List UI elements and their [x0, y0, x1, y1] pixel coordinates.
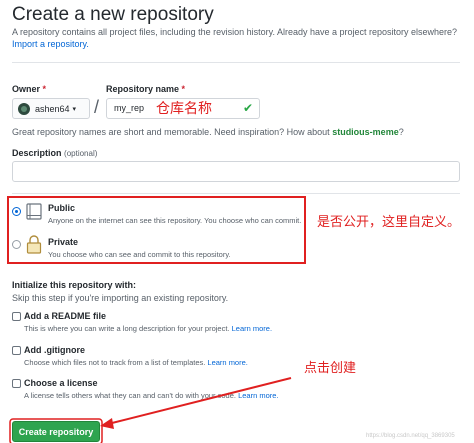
license-title: Choose a license [24, 378, 98, 388]
watermark: https://blog.csdn.net/qq_3869305 [366, 433, 455, 439]
divider-middle [12, 193, 460, 194]
public-radio[interactable] [12, 207, 21, 216]
private-radio[interactable] [12, 240, 21, 249]
import-repository-link[interactable]: Import a repository. [12, 39, 89, 49]
avatar [18, 102, 30, 115]
gitignore-title: Add .gitignore [24, 345, 85, 355]
owner-select[interactable]: ashen64 ▾ [12, 98, 90, 119]
license-checkbox[interactable] [12, 379, 21, 388]
gitignore-checkbox[interactable] [12, 346, 21, 355]
owner-label: Owner * [12, 84, 46, 94]
description-label: Description (optional) [12, 148, 97, 158]
repo-icon [26, 203, 42, 220]
annotation-visibility: 是否公开，这里自定义。 [317, 215, 461, 230]
readme-description-text: This is where you can write a long descr… [24, 324, 230, 333]
lock-icon [26, 235, 42, 254]
optional-tag: (optional) [64, 149, 98, 158]
name-hint-text: Great repository names are short and mem… [12, 127, 330, 137]
license-description-text: A license tells others what they can and… [24, 391, 236, 400]
description-input[interactable] [12, 161, 460, 182]
page-title: Create a new repository [12, 4, 214, 25]
private-description: You choose who can see and commit to thi… [48, 250, 231, 259]
hint-end: ? [398, 127, 404, 137]
repo-name-label-text: Repository name [106, 84, 180, 94]
annotation-repo-name: 仓库名称 [156, 101, 212, 117]
gitignore-description: Choose which files not to track from a l… [24, 358, 248, 367]
name-suggestion[interactable]: studious-meme [332, 127, 399, 137]
repo-name-label: Repository name * [106, 84, 185, 94]
chevron-down-icon: ▾ [72, 105, 77, 113]
license-learn-more-link[interactable]: Learn more. [238, 391, 278, 400]
owner-label-text: Owner [12, 84, 41, 94]
required-mark: * [42, 84, 47, 94]
required-mark: * [181, 84, 186, 94]
public-title: Public [48, 203, 76, 213]
init-subtitle: Skip this step if you're importing an ex… [12, 293, 229, 303]
private-title: Private [48, 237, 79, 247]
annotation-create: 点击创建 [304, 361, 357, 376]
owner-value: ashen64 [35, 103, 70, 114]
readme-learn-more-link[interactable]: Learn more. [232, 324, 272, 333]
create-repository-button[interactable]: Create repository [12, 421, 100, 442]
public-description: Anyone on the internet can see this repo… [48, 216, 302, 225]
divider-top [12, 62, 460, 63]
name-hint: Great repository names are short and mem… [12, 127, 404, 137]
check-icon: ✔ [243, 101, 254, 115]
description-label-text: Description [12, 148, 62, 158]
owner-repo-separator: / [94, 97, 100, 117]
page-description: A repository contains all project files,… [12, 27, 458, 37]
readme-title: Add a README file [24, 311, 107, 321]
init-title: Initialize this repository with: [12, 280, 137, 290]
gitignore-description-text: Choose which files not to track from a l… [24, 358, 206, 367]
gitignore-learn-more-link[interactable]: Learn more. [207, 358, 247, 367]
license-description: A license tells others what they can and… [24, 391, 279, 400]
readme-checkbox[interactable] [12, 312, 21, 321]
readme-description: This is where you can write a long descr… [24, 324, 272, 333]
